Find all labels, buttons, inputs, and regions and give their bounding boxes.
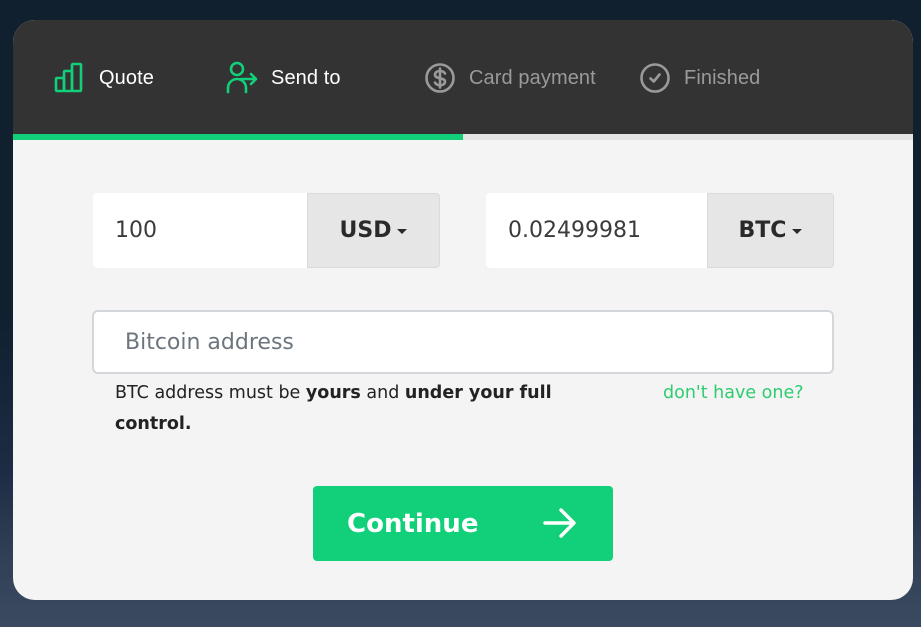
hint-bold-yours: yours: [305, 383, 361, 403]
crypto-amount-group: BTC: [486, 193, 834, 268]
user-send-icon: [225, 61, 259, 95]
caret-down-icon: [792, 229, 803, 234]
fiat-amount-input[interactable]: [93, 193, 307, 268]
step-finished[interactable]: Finished: [638, 60, 760, 96]
bar-chart-icon: [53, 61, 87, 95]
continue-label: Continue: [347, 508, 479, 539]
fiat-currency-dropdown[interactable]: USD: [307, 193, 440, 268]
dollar-circle-icon: [423, 61, 457, 95]
hint-text: BTC address must be: [115, 383, 306, 403]
step-label: Finished: [684, 66, 761, 89]
arrow-right-icon: [541, 505, 579, 544]
crypto-currency-dropdown[interactable]: BTC: [707, 193, 834, 268]
crypto-currency-label: BTC: [738, 218, 787, 243]
fiat-amount-group: USD: [93, 193, 440, 268]
exchange-card: Quote Send to Card payment Finished 100 …: [13, 20, 913, 600]
progress-fill: [13, 134, 463, 140]
crypto-amount-input[interactable]: [486, 193, 707, 268]
step-label: Quote: [99, 66, 154, 89]
caret-down-icon: [397, 229, 408, 234]
step-label: Send to: [271, 66, 341, 89]
step-quote[interactable]: Quote: [53, 60, 154, 96]
step-label: Card payment: [469, 66, 596, 89]
address-hint: BTC address must be yours and under your…: [115, 378, 585, 440]
progress-bar: [13, 134, 913, 140]
bitcoin-address-input[interactable]: [92, 310, 834, 374]
continue-button[interactable]: Continue: [313, 486, 613, 561]
hint-text: and: [360, 383, 405, 403]
fiat-currency-label: USD: [339, 218, 392, 243]
no-wallet-link[interactable]: don't have one?: [663, 378, 804, 409]
step-send-to[interactable]: Send to: [225, 60, 341, 96]
step-card-payment[interactable]: Card payment: [423, 60, 596, 96]
check-circle-icon: [638, 61, 672, 95]
step-header: Quote Send to Card payment Finished: [13, 20, 913, 134]
